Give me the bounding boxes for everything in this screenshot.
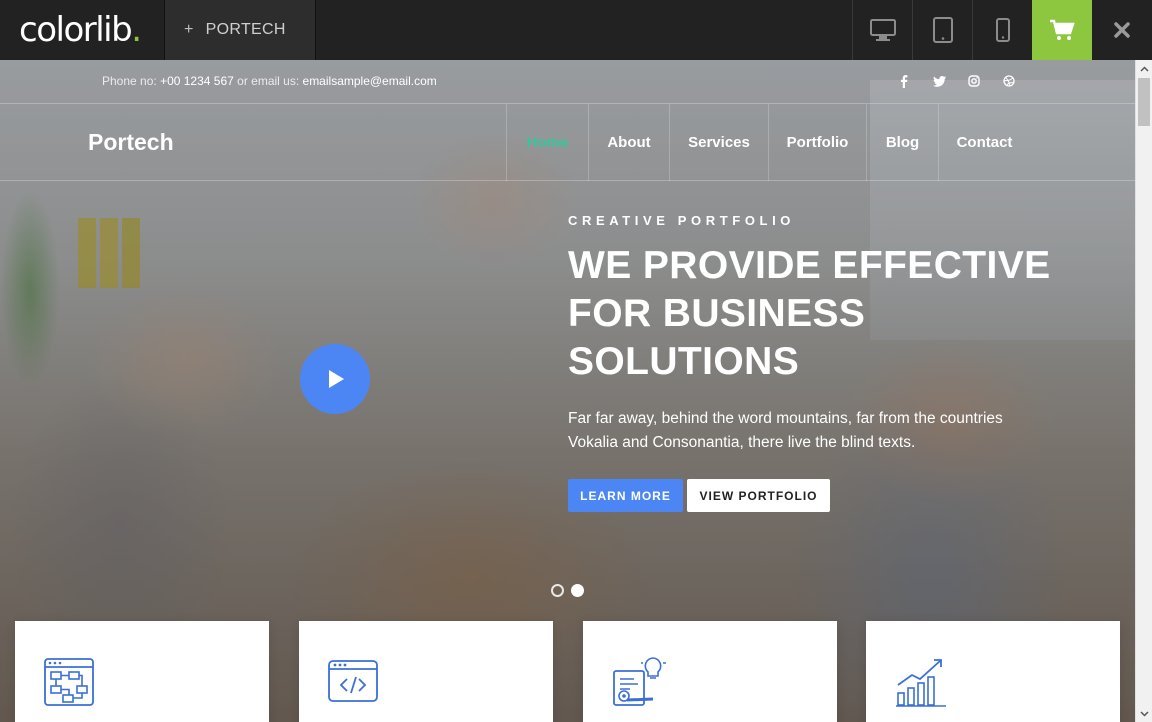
preview-topbar: colorlib. + PORTECH — [0, 0, 1152, 60]
facebook-link[interactable] — [895, 72, 913, 90]
close-preview-button[interactable] — [1092, 0, 1152, 60]
nav-item-about[interactable]: About — [588, 104, 669, 181]
scroll-up-arrow[interactable] — [1136, 60, 1152, 77]
site-navbar: Portech Home About Services Portfolio Bl… — [0, 104, 1135, 181]
flowchart-icon — [44, 658, 94, 706]
brand-dot: . — [131, 10, 142, 50]
headline-line-2: FOR BUSINESS — [568, 292, 866, 335]
lead-line-2: Vokalia and Consonantia, there live the … — [568, 434, 916, 451]
growth-chart-icon — [896, 659, 946, 707]
lead-line-1: Far far away, behind the word mountains,… — [568, 410, 1003, 427]
twitter-link[interactable] — [930, 72, 948, 90]
desktop-view-button[interactable] — [852, 0, 912, 60]
mobile-view-button[interactable] — [972, 0, 1032, 60]
hero-lead: Far far away, behind the word mountains,… — [568, 407, 1038, 455]
slide-dot-1[interactable] — [551, 584, 564, 597]
instagram-link[interactable] — [965, 72, 983, 90]
phone-number[interactable]: +00 1234 567 — [160, 74, 234, 88]
learn-more-button[interactable]: LEARN MORE — [568, 479, 683, 512]
theme-name-tab[interactable]: + PORTECH — [165, 0, 316, 60]
nav-item-portfolio[interactable]: Portfolio — [768, 104, 866, 181]
instagram-icon — [968, 75, 980, 87]
buy-cart-button[interactable] — [1032, 0, 1092, 60]
nav-item-contact[interactable]: Contact — [938, 104, 1030, 181]
colorlib-logo[interactable]: colorlib. — [0, 0, 165, 60]
desktop-icon — [869, 19, 896, 41]
chevron-up-icon — [1140, 65, 1149, 72]
contact-info: Phone no: +00 1234 567 or email us: emai… — [102, 74, 437, 88]
twitter-icon — [932, 75, 946, 87]
email-address[interactable]: emailsample@email.com — [303, 74, 437, 88]
scroll-thumb[interactable] — [1138, 78, 1150, 126]
main-menu: Home About Services Portfolio Blog Conta… — [506, 104, 1030, 181]
nav-item-blog[interactable]: Blog — [866, 104, 938, 181]
hero-section: Phone no: +00 1234 567 or email us: emai… — [0, 60, 1135, 722]
site-logo[interactable]: Portech — [88, 129, 174, 156]
mobile-icon — [995, 18, 1010, 42]
view-portfolio-button[interactable]: VIEW PORTFOLIO — [687, 479, 830, 512]
site-preview-frame: Phone no: +00 1234 567 or email us: emai… — [0, 60, 1152, 722]
idea-document-icon — [613, 655, 666, 706]
close-icon — [1114, 22, 1130, 38]
theme-name-label: PORTECH — [205, 21, 286, 38]
headline-line-3: SOLUTIONS — [568, 340, 800, 383]
nav-item-home[interactable]: Home — [506, 104, 588, 181]
tablet-icon — [932, 17, 953, 43]
phone-label: Phone no: — [102, 74, 161, 88]
plus-icon: + — [184, 21, 194, 38]
hero-headline: WE PROVIDE EFFECTIVE FOR BUSINESS SOLUTI… — [568, 242, 1088, 386]
brand-name: colorlib — [19, 10, 133, 50]
cart-icon — [1050, 19, 1075, 40]
nav-item-services[interactable]: Services — [669, 104, 768, 181]
feature-card-2[interactable] — [299, 621, 553, 722]
feature-card-4[interactable] — [866, 621, 1120, 722]
play-icon — [329, 370, 344, 388]
preview-scrollbar[interactable] — [1135, 60, 1152, 722]
headline-line-1: WE PROVIDE EFFECTIVE — [568, 244, 1051, 287]
code-window-icon — [328, 660, 378, 702]
email-label: or email us: — [233, 74, 303, 88]
facebook-icon — [901, 74, 908, 88]
feature-card-1[interactable] — [15, 621, 269, 722]
dribbble-link[interactable] — [1000, 72, 1018, 90]
feature-card-3[interactable] — [583, 621, 837, 722]
chevron-down-icon — [1140, 710, 1149, 717]
slider-dots — [551, 584, 584, 597]
social-links — [895, 72, 1018, 90]
dribbble-icon — [1003, 75, 1015, 87]
video-play-button[interactable] — [300, 344, 370, 414]
hero-kicker: CREATIVE PORTFOLIO — [568, 213, 796, 228]
contact-bar: Phone no: +00 1234 567 or email us: emai… — [0, 60, 1135, 104]
tablet-view-button[interactable] — [912, 0, 972, 60]
slide-dot-2[interactable] — [571, 584, 584, 597]
scroll-down-arrow[interactable] — [1136, 705, 1152, 722]
